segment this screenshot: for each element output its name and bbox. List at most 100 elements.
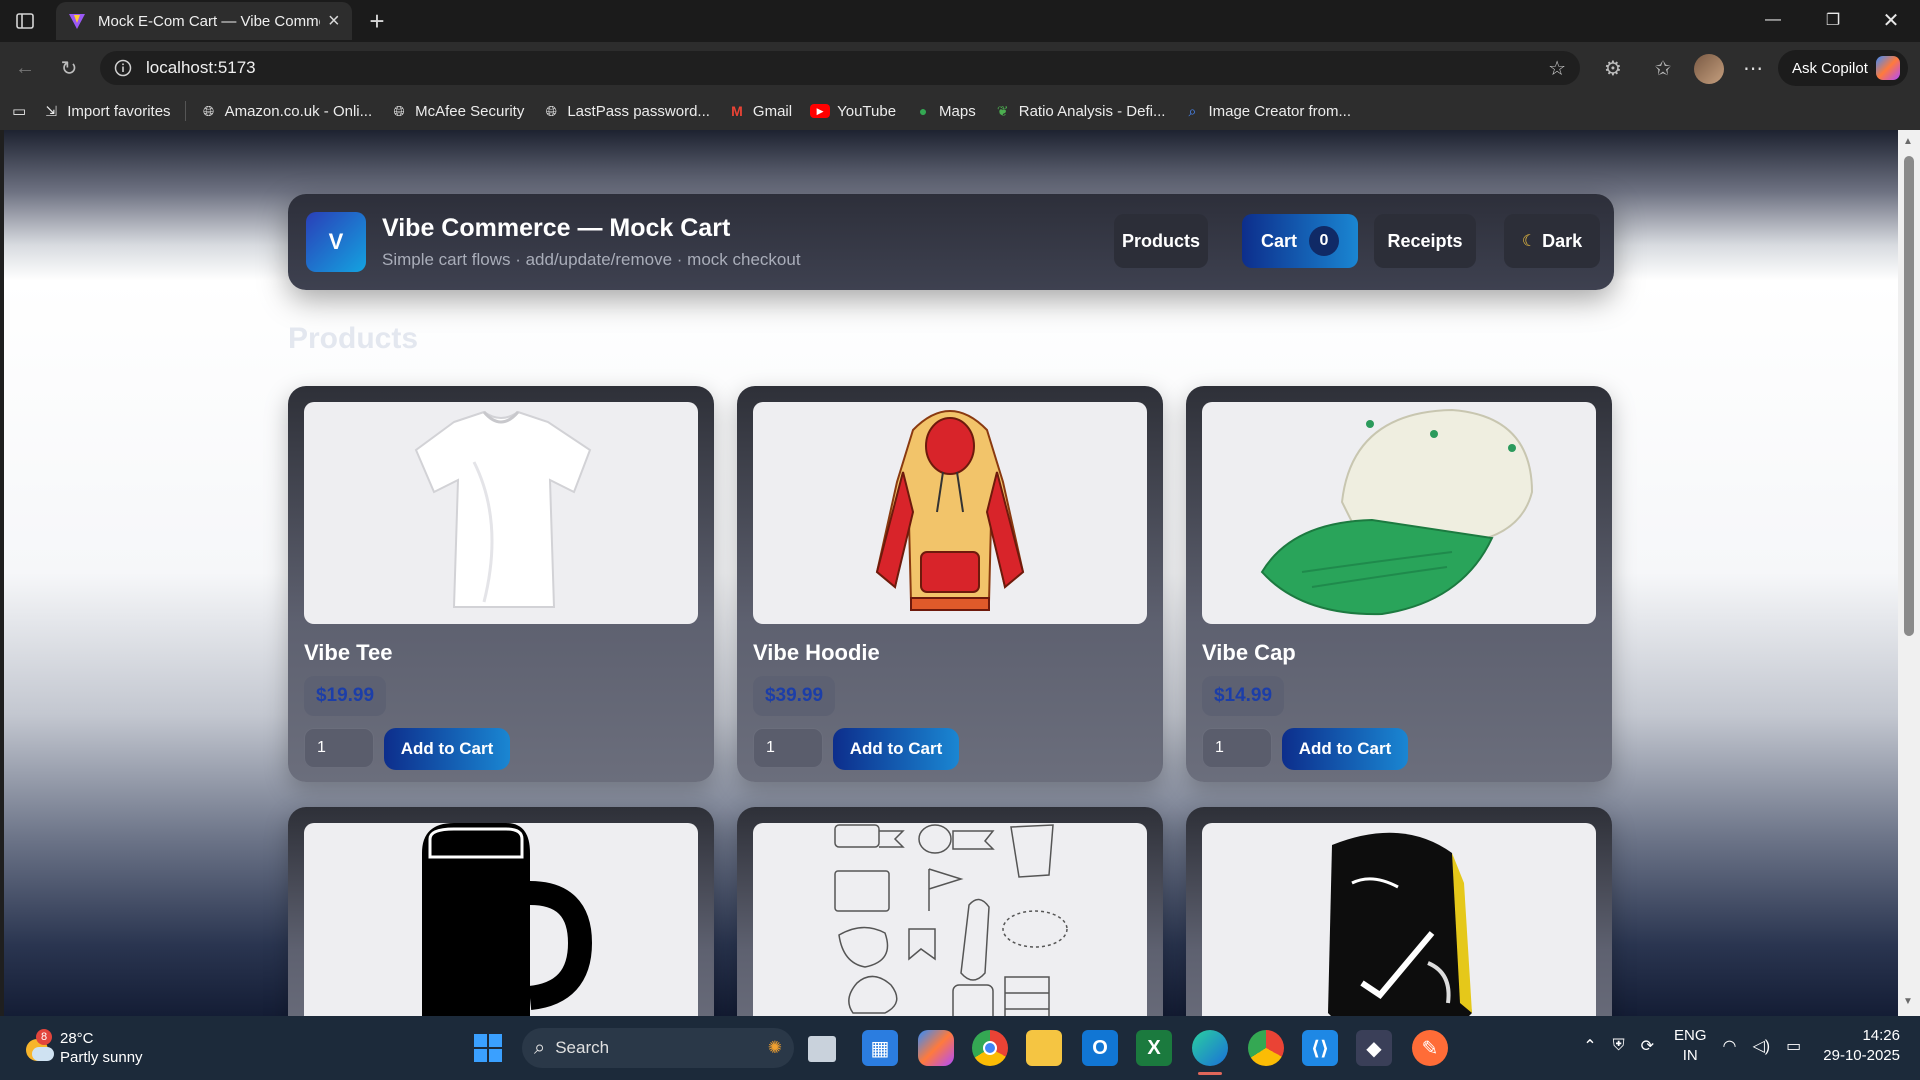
product-price: $39.99 [753,676,835,716]
bookmark-label: Amazon.co.uk - Onli... [224,102,373,120]
ask-copilot-button[interactable]: Ask Copilot [1778,50,1908,86]
bookmark-youtube[interactable]: ▶ YouTube [810,103,896,120]
add-to-cart-button[interactable]: Add to Cart [384,728,510,770]
nav-products-button[interactable]: Products [1114,214,1208,268]
favorite-star-icon[interactable]: ☆ [1548,56,1566,81]
scrollbar-thumb[interactable] [1904,156,1914,636]
wifi-icon[interactable]: ◠ [1723,1036,1737,1056]
nav-receipts-button[interactable]: Receipts [1374,214,1476,268]
git-tool-icon[interactable]: ◆ [1356,1030,1392,1066]
url-text: localhost:5173 [146,58,256,77]
bookmark-mcafee[interactable]: 🌐︎ McAfee Security [390,102,525,120]
bookmark-import-favorites[interactable]: ⇲ Import favorites [42,102,170,120]
clock-date: 29-10-2025 [1823,1047,1900,1064]
copilot-app-icon[interactable] [918,1030,954,1066]
defender-icon[interactable]: ⛨ [1613,1037,1625,1055]
theme-toggle-button[interactable]: ☾ Dark [1504,214,1600,268]
more-menu-icon[interactable]: ⋯ [1736,51,1770,85]
bookmark-maps[interactable]: ● Maps [914,102,976,120]
clock[interactable]: 14:26 29-10-2025 [1823,1026,1900,1066]
taskbar-search-box[interactable]: ⌕ Search ✺ [522,1028,794,1068]
bookmark-label: Ratio Analysis - Defi... [1018,102,1166,120]
volume-icon[interactable]: ◁) [1753,1036,1771,1056]
vite-favicon-icon [69,14,85,29]
product-card: Vibe Hoodie $39.99 Add to Cart [737,386,1163,782]
vscode-icon[interactable]: ⟨⟩ [1302,1030,1338,1066]
sidebar-icon [16,13,34,29]
browser-tab-active[interactable]: Mock E-Com Cart — Vibe Comme × [56,2,352,40]
favorites-icon[interactable]: ✩ [1646,51,1680,85]
nav-cart-button[interactable]: Cart 0 [1242,214,1358,268]
add-to-cart-button[interactable]: Add to Cart [1282,728,1408,770]
postman-icon[interactable]: ✎ [1412,1030,1448,1066]
page-viewport: V Vibe Commerce — Mock Cart Simple cart … [4,130,1898,1016]
quantity-input[interactable] [753,728,823,768]
bookmark-gmail[interactable]: M Gmail [728,102,792,120]
bookmark-lastpass[interactable]: 🌐︎ LastPass password... [542,102,710,120]
add-to-cart-button[interactable]: Add to Cart [833,728,959,770]
chevron-up-icon[interactable]: ⌃ [1583,1036,1596,1056]
language-indicator[interactable]: ENG IN [1674,1026,1707,1066]
microsoft-store-icon[interactable]: ▦ [862,1030,898,1066]
mug-image [304,823,698,1016]
maps-pin-icon: ● [918,103,928,119]
sync-icon[interactable]: ⟳ [1641,1036,1654,1056]
excel-icon[interactable]: X [1136,1030,1172,1066]
chrome-icon[interactable] [972,1030,1008,1066]
edge-icon[interactable] [1192,1030,1228,1066]
task-view-icon[interactable] [808,1036,836,1062]
quantity-input[interactable] [1202,728,1272,768]
language-label: ENG [1674,1027,1707,1044]
globe-icon: 🌐︎ [202,102,215,119]
hoodie-image [753,402,1147,624]
bookmark-amazon[interactable]: 🌐︎ Amazon.co.uk - Onli... [200,102,373,120]
tab-actions-button[interactable] [10,8,40,34]
globe-icon: 🌐︎ [393,102,405,119]
browser-tab-bar: Mock E-Com Cart — Vibe Comme × + — ❐ ✕ [0,0,1920,42]
product-card: Vibe Cap $14.99 Add to Cart [1186,386,1612,782]
file-explorer-icon[interactable] [1026,1030,1062,1066]
chrome-profile-icon[interactable] [1248,1030,1284,1066]
weather-badge: 8 [36,1029,52,1045]
site-info-icon[interactable] [114,59,132,77]
product-name: Vibe Cap [1202,640,1296,665]
weather-widget[interactable]: 8 28°C Partly sunny [24,1029,143,1066]
battery-icon[interactable]: ▭ [1786,1036,1801,1056]
minimize-button[interactable]: — [1744,0,1802,40]
bookmark-label: LastPass password... [567,102,710,120]
product-name: Vibe Hoodie [753,640,880,665]
search-icon: ⌕ [534,1036,546,1059]
bookmark-label: YouTube [837,102,897,120]
page-scrollbar[interactable]: ▲ ▼ [1898,130,1920,1016]
cap-image [1202,402,1596,624]
profile-avatar[interactable] [1694,54,1724,84]
tshirt-image [304,402,698,624]
nav-cart-label: Cart [1260,230,1297,251]
import-icon: ⇲ [45,102,58,119]
outlook-icon[interactable]: O [1082,1030,1118,1066]
scroll-down-arrow-icon[interactable]: ▼ [1903,996,1913,1007]
taskbar-search-label: Search [555,1038,610,1057]
refresh-button[interactable]: ↻ [52,51,86,85]
theme-label: Dark [1542,230,1583,251]
clock-time: 14:26 [1862,1027,1900,1044]
extensions-icon[interactable]: ⚙ [1596,51,1630,85]
restore-button[interactable]: ❐ [1804,0,1862,40]
tab-close-icon[interactable]: × [328,10,340,33]
address-bar[interactable]: localhost:5173 ☆ [100,51,1580,85]
bookmark-label: Image Creator from... [1208,102,1351,120]
product-name: Vibe Tee [304,640,393,665]
stickers-image [753,823,1147,1016]
globe-icon: 🌐︎ [545,102,557,119]
bookmark-image-creator[interactable]: ⌕ Image Creator from... [1183,102,1351,120]
new-tab-button[interactable]: + [362,6,392,36]
quantity-input[interactable] [304,728,374,768]
windows-start-icon[interactable] [470,1030,506,1066]
scroll-up-arrow-icon[interactable]: ▲ [1903,136,1913,147]
moon-icon: ☾ [1521,233,1537,250]
bookmark-ratio-analysis[interactable]: ❦ Ratio Analysis - Defi... [994,102,1166,120]
bookmarks-menu-icon[interactable]: ▭ [12,102,26,120]
product-card [288,807,714,1016]
window-close-button[interactable]: ✕ [1862,0,1920,40]
back-button[interactable]: ← [8,51,42,85]
